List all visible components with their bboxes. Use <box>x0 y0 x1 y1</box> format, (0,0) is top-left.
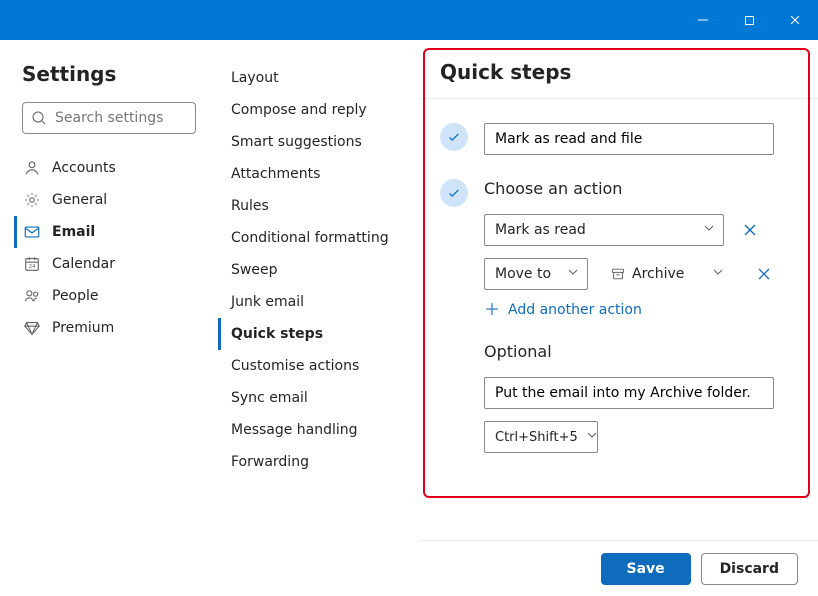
subnav-message-handling[interactable]: Message handling <box>218 414 412 446</box>
add-another-action-button[interactable]: ＋ Add another action <box>484 302 792 318</box>
optional-heading: Optional <box>484 342 792 361</box>
page-title: Quick steps <box>440 60 792 84</box>
step-complete-badge <box>440 123 468 151</box>
subnav-sync-email[interactable]: Sync email <box>218 382 412 414</box>
nav-label: Email <box>52 224 95 240</box>
divider <box>420 98 818 99</box>
plus-icon: ＋ <box>484 302 500 318</box>
action-2-folder-label: Archive <box>610 266 684 282</box>
shortcut-select[interactable]: Ctrl+Shift+5 <box>484 421 598 453</box>
action-1-select[interactable]: Mark as read <box>484 214 724 246</box>
description-input[interactable] <box>484 377 774 409</box>
people-icon <box>22 286 42 306</box>
settings-search[interactable] <box>22 102 196 134</box>
subnav-conditional-formatting[interactable]: Conditional formatting <box>218 222 412 254</box>
settings-heading: Settings <box>22 62 196 86</box>
person-icon <box>22 158 42 178</box>
nav-label: Calendar <box>52 256 115 272</box>
nav-accounts[interactable]: Accounts <box>14 152 196 184</box>
action-2-select[interactable]: Move to <box>484 258 588 290</box>
nav-label: General <box>52 192 107 208</box>
x-icon <box>743 223 757 237</box>
subnav-quick-steps[interactable]: Quick steps <box>218 318 412 350</box>
calendar-icon: 24 <box>22 254 42 274</box>
chevron-down-icon <box>567 266 579 282</box>
subnav-attachments[interactable]: Attachments <box>218 158 412 190</box>
nav-general[interactable]: General <box>14 184 196 216</box>
mail-icon <box>22 222 42 242</box>
archive-icon <box>610 266 626 282</box>
settings-content: Quick steps Choo <box>420 40 818 596</box>
action-1-remove-button[interactable] <box>738 218 762 242</box>
nav-email[interactable]: Email <box>14 216 196 248</box>
subnav-compose[interactable]: Compose and reply <box>218 94 412 126</box>
subnav-rules[interactable]: Rules <box>218 190 412 222</box>
svg-text:24: 24 <box>29 264 36 270</box>
minimize-icon <box>697 14 709 26</box>
nav-calendar[interactable]: 24 Calendar <box>14 248 196 280</box>
chevron-down-icon <box>586 429 598 445</box>
choose-action-section: Choose an action Mark as read <box>440 179 792 318</box>
maximize-icon <box>744 15 755 26</box>
window-titlebar <box>0 0 818 40</box>
subnav-customise-actions[interactable]: Customise actions <box>218 350 412 382</box>
window-maximize-button[interactable] <box>726 0 772 40</box>
chevron-down-icon <box>703 222 715 238</box>
check-icon <box>447 130 461 144</box>
search-icon <box>31 110 47 126</box>
subnav-forwarding[interactable]: Forwarding <box>218 446 412 478</box>
optional-section: Optional Ctrl+Shift+5 <box>440 342 792 465</box>
nav-label: Accounts <box>52 160 116 176</box>
close-icon <box>789 14 801 26</box>
choose-action-heading: Choose an action <box>484 179 792 198</box>
check-icon <box>447 186 461 200</box>
settings-subnav: Layout Compose and reply Smart suggestio… <box>210 40 420 596</box>
action-2-folder-picker[interactable] <box>712 266 724 282</box>
settings-sidebar: Settings Accounts General Email 24 Calen… <box>0 40 210 596</box>
nav-premium[interactable]: Premium <box>14 312 196 344</box>
gear-icon <box>22 190 42 210</box>
subnav-junk-email[interactable]: Junk email <box>218 286 412 318</box>
save-button[interactable]: Save <box>601 553 691 585</box>
subnav-sweep[interactable]: Sweep <box>218 254 412 286</box>
quickstep-name-section <box>440 123 792 155</box>
window-close-button[interactable] <box>772 0 818 40</box>
search-input[interactable] <box>53 109 231 127</box>
subnav-layout[interactable]: Layout <box>218 62 412 94</box>
discard-button[interactable]: Discard <box>701 553 798 585</box>
step-complete-badge <box>440 179 468 207</box>
action-2-remove-button[interactable] <box>752 262 776 286</box>
quickstep-name-input[interactable] <box>484 123 774 155</box>
dialog-footer: Save Discard <box>420 540 818 596</box>
diamond-icon <box>22 318 42 338</box>
x-icon <box>757 267 771 281</box>
nav-people[interactable]: People <box>14 280 196 312</box>
nav-label: Premium <box>52 320 114 336</box>
nav-label: People <box>52 288 99 304</box>
subnav-smart-suggestions[interactable]: Smart suggestions <box>218 126 412 158</box>
window-minimize-button[interactable] <box>680 0 726 40</box>
